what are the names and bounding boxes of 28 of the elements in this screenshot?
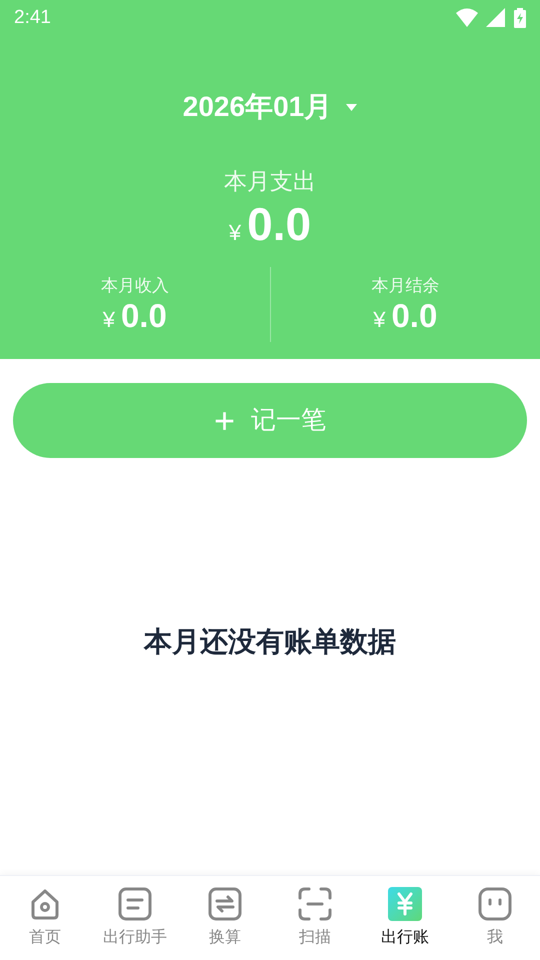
- signal-icon: [486, 8, 506, 28]
- battery-icon: [514, 8, 526, 28]
- currency-symbol: ¥: [102, 306, 115, 334]
- stat-amount: 0.0: [391, 298, 438, 335]
- nav-tab[interactable]: 出行助手: [90, 876, 180, 960]
- nav-tab[interactable]: 换算: [180, 876, 270, 960]
- stat-amount: 0.0: [120, 298, 167, 335]
- face-icon: [477, 886, 513, 922]
- nav-tab[interactable]: 我: [450, 876, 540, 960]
- yen-icon: [387, 886, 423, 922]
- scan-icon: [297, 886, 333, 922]
- nav-tab[interactable]: 出行账: [360, 876, 450, 960]
- nav-tab[interactable]: 扫描: [270, 876, 360, 960]
- add-record-button[interactable]: + 记一笔: [13, 383, 527, 458]
- currency-symbol: ¥: [373, 306, 386, 334]
- swap-icon: [207, 886, 243, 922]
- month-selector[interactable]: 2026年01月: [182, 86, 332, 128]
- wifi-icon: [456, 8, 478, 28]
- expense-label: 本月支出: [223, 167, 317, 196]
- nav-tab[interactable]: 首页: [0, 876, 90, 960]
- stat-label: 本月结余: [370, 274, 440, 297]
- stat-label: 本月收入: [100, 274, 170, 297]
- currency-symbol: ¥: [228, 218, 242, 246]
- empty-message: 本月还没有账单数据: [142, 625, 397, 659]
- status-time: 2:41: [14, 6, 51, 30]
- expense-amount: 0.0: [247, 198, 312, 250]
- notes-icon: [117, 886, 153, 922]
- dropdown-icon[interactable]: [346, 104, 358, 110]
